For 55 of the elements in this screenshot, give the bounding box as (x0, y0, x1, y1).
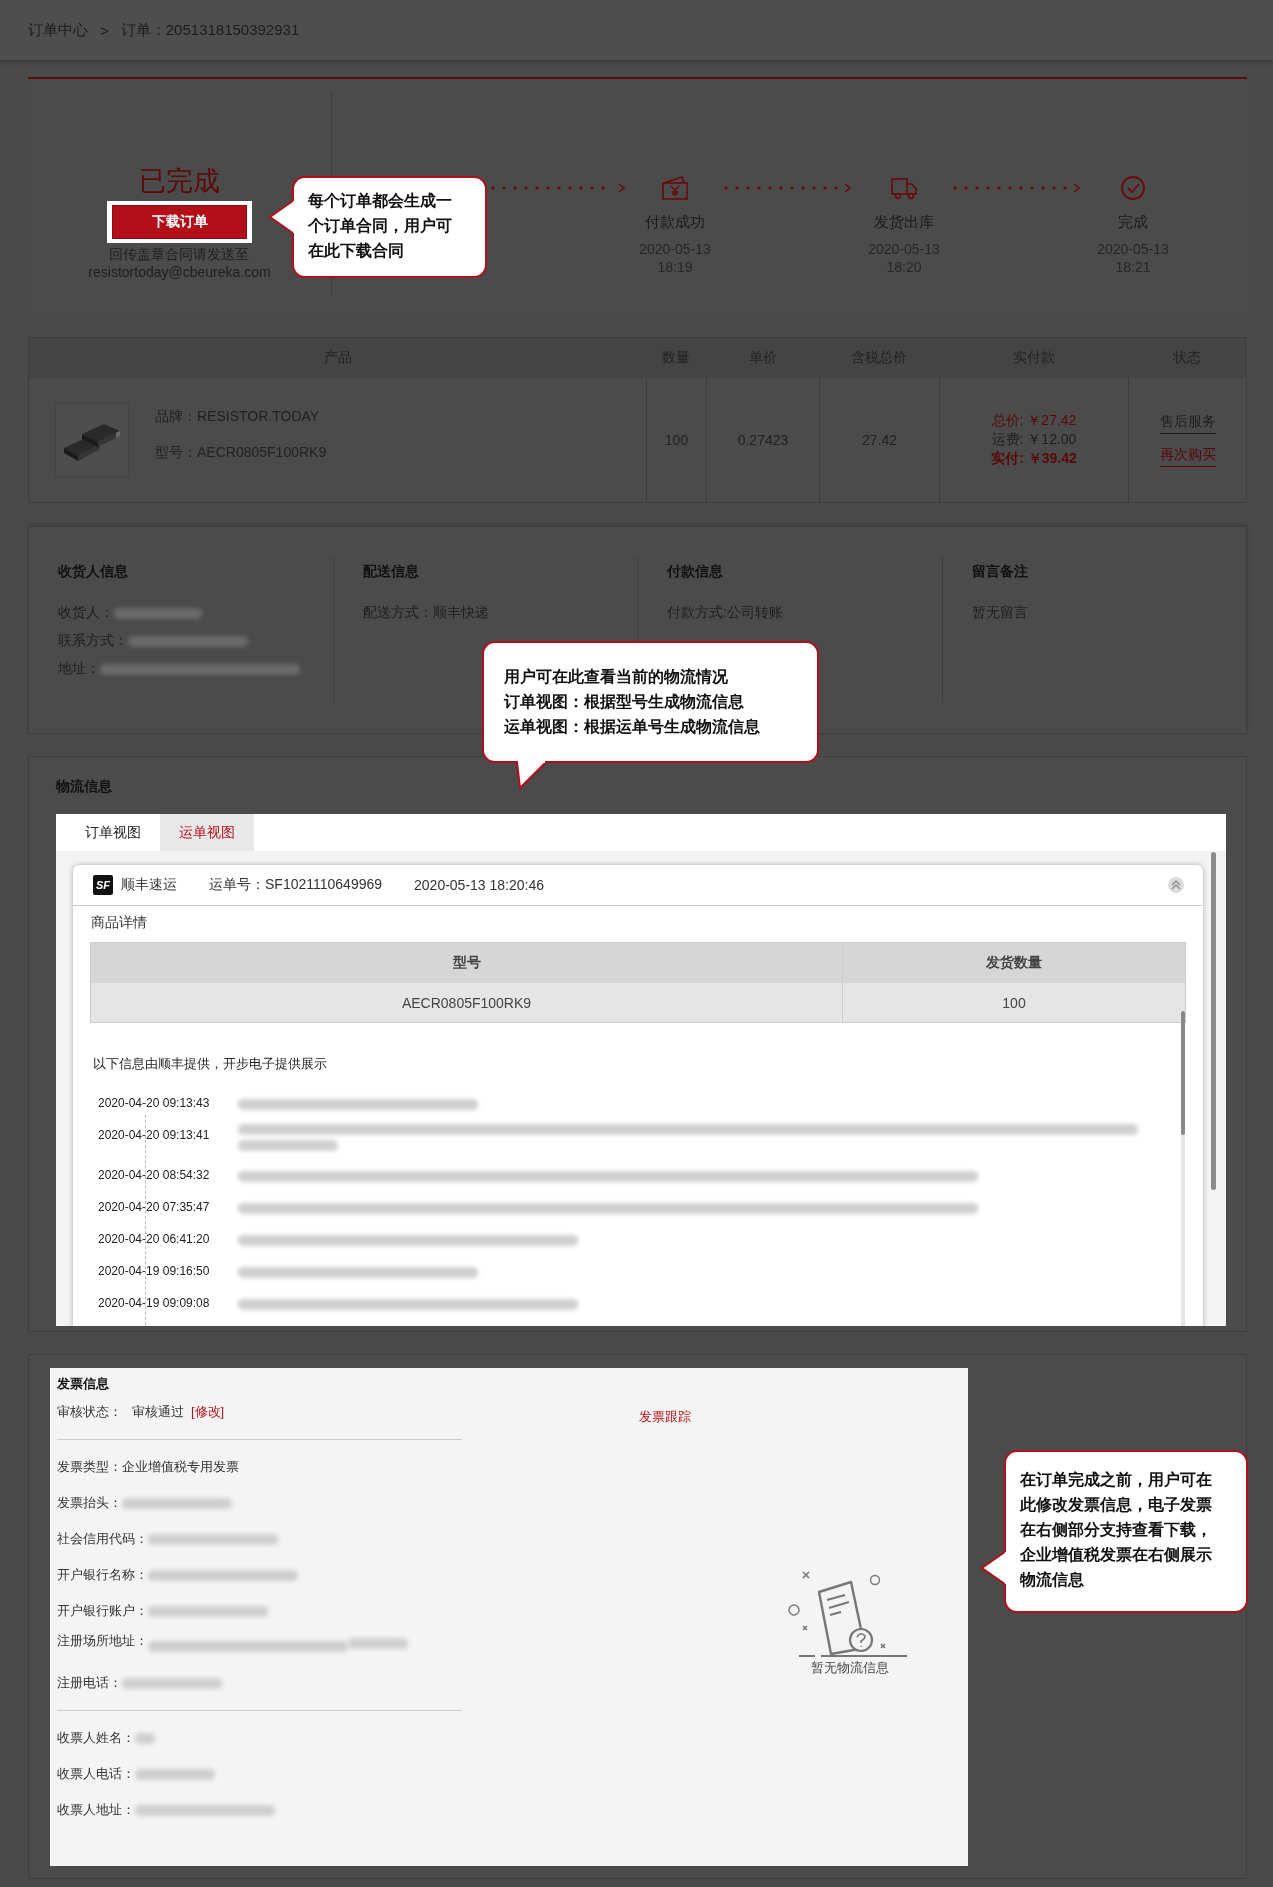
event-time: 2020-04-19 09:16:50 (98, 1263, 211, 1278)
scrollbar-thumb[interactable] (1181, 1011, 1185, 1135)
field-label: 收票人电话： (57, 1765, 135, 1783)
waybill-number: 运单号：SF1021110649969 (209, 876, 383, 894)
field-text: 发票类型：企业增值税专用发票 (57, 1458, 239, 1476)
callout-text: 订单视图：根据型号生成物流信息 (504, 692, 745, 712)
field-label: 开户银行名称： (57, 1566, 148, 1584)
callout-text: 运单视图：根据运单号生成物流信息 (504, 717, 761, 737)
collapse-icon[interactable] (1167, 876, 1185, 894)
section-title: 收货人信息 (58, 563, 129, 581)
section-title: 留言备注 (971, 563, 1029, 581)
field-label: 社会信用代码： (57, 1530, 148, 1548)
breadcrumb-separator: > (100, 21, 109, 39)
callout-text: 在订单完成之前，用户可在此修改发票信息，电子发票在右侧部分支持查看下载，企业增值税发票在右侧展示物流信息 (1020, 1470, 1213, 1590)
tab[interactable]: 订单视图 (66, 814, 160, 851)
event-time: 2020-04-20 09:13:41 (98, 1127, 211, 1142)
payment-line: 实付: ￥39.42 (991, 450, 1077, 468)
empty-state-text: 暂无物流信息 (811, 1659, 889, 1677)
scrollbar-thumb[interactable] (1211, 852, 1216, 1190)
section-title: 发票信息 (57, 1375, 110, 1393)
field-value: 审核通过 (132, 1403, 184, 1421)
callout-text: 用户可在此查看当前的物流情况 (504, 667, 729, 687)
event-time: 2020-04-20 08:54:32 (98, 1167, 211, 1182)
field-label: 发票抬头： (57, 1494, 122, 1512)
carrier-logo: SF (93, 875, 113, 895)
field-label: 注册场所地址： (57, 1632, 148, 1650)
download-button[interactable]: 下载订单 (112, 205, 247, 239)
column-header: 发货数量 (842, 943, 1185, 983)
order-status: 已完成 (139, 165, 220, 198)
edit-link[interactable]: [修改] (191, 1403, 225, 1421)
event-time: 2020-04-20 07:35:47 (98, 1199, 211, 1214)
section-title: 配送信息 (362, 563, 420, 581)
event-time: 2020-04-19 09:09:08 (98, 1295, 211, 1310)
callout-text: 每个订单都会生成一个订单合同，用户可在此下载合同 (308, 191, 453, 261)
tracking-link[interactable]: 发票跟踪 (639, 1408, 691, 1426)
section-title: 物流信息 (56, 777, 112, 796)
table-cell: 100 (842, 983, 1185, 1022)
field-label: 审核状态： (57, 1403, 122, 1421)
section-title: 付款信息 (667, 563, 724, 581)
tab[interactable]: 运单视图 (160, 814, 254, 851)
column-header: 型号 (91, 943, 842, 983)
table-cell: AECR0805F100RK9 (91, 983, 842, 1022)
payment-line: 总价: ￥27.42 (991, 412, 1077, 430)
details-title: 商品详情 (90, 913, 148, 932)
source-note: 以下信息由顺丰提供，开步电子提供展示 (92, 1055, 328, 1073)
field-label: 开户银行账户： (57, 1602, 148, 1620)
check-circle-icon (1118, 173, 1148, 201)
event-time: 2020-04-20 09:13:43 (98, 1095, 211, 1110)
field-label: 收票人地址： (57, 1801, 135, 1819)
field-label: 收票人姓名： (57, 1729, 135, 1747)
wallet-icon (660, 173, 690, 201)
event-time: 2020-04-20 06:41:20 (98, 1231, 211, 1246)
shipment-time: 2020-05-13 18:20:46 (414, 877, 545, 893)
field-label: 注册电话： (57, 1674, 122, 1692)
carrier-name: 顺丰速运 (121, 876, 177, 894)
